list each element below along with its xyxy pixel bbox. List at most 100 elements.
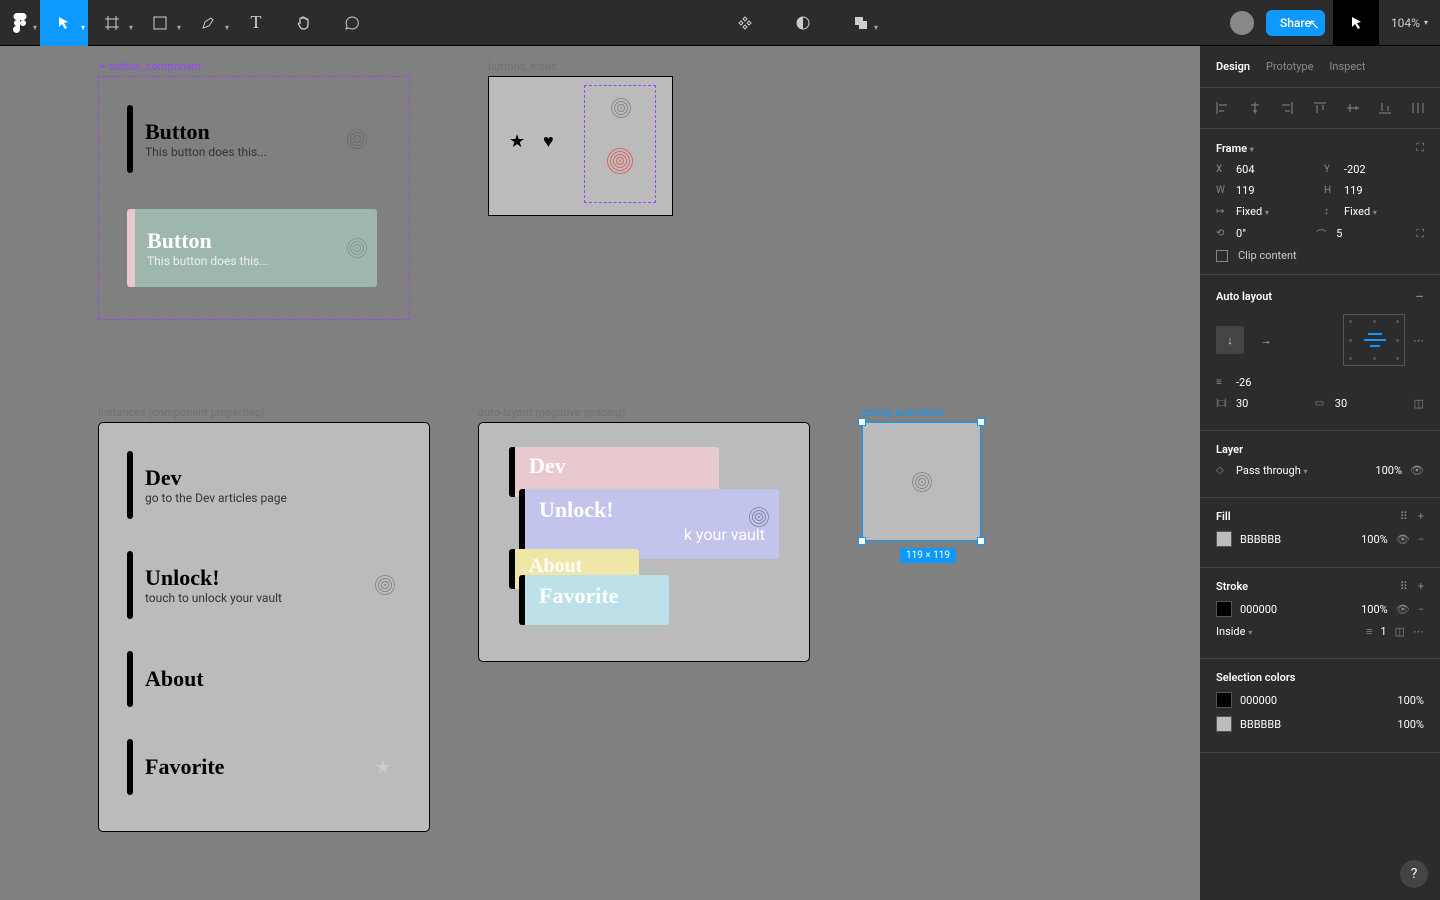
present-button[interactable]	[1333, 0, 1379, 46]
instance-unlock[interactable]: Unlock!touch to unlock your vault	[127, 551, 401, 619]
remove-fill[interactable]: −	[1418, 533, 1424, 546]
w-input[interactable]: 119	[1236, 184, 1255, 197]
visibility-icon[interactable]: 👁	[1396, 533, 1410, 546]
shape-tool[interactable]: ▾	[136, 0, 184, 46]
heart-icon[interactable]: ♥	[543, 131, 554, 152]
selection-handle[interactable]	[858, 537, 866, 545]
sel-hex[interactable]: BBBBBB	[1240, 718, 1281, 731]
component-frame[interactable]: Button This button does this... Button T…	[98, 76, 410, 320]
help-button[interactable]: ?	[1400, 860, 1428, 888]
tab-prototype[interactable]: Prototype	[1266, 60, 1313, 73]
frame-label[interactable]: Instances (component properties)	[98, 406, 264, 419]
visibility-icon[interactable]: 👁	[1410, 464, 1424, 477]
stroke-more[interactable]: ⋯	[1413, 625, 1424, 638]
y-input[interactable]: -202	[1344, 163, 1366, 176]
pen-tool[interactable]: ▾	[184, 0, 232, 46]
radius-individual-icon[interactable]: ⛶	[1416, 227, 1424, 241]
stroke-hex[interactable]: 000000	[1240, 603, 1277, 616]
pad-h-input[interactable]: 30	[1236, 397, 1248, 410]
sel-swatch[interactable]	[1216, 716, 1232, 732]
fill-hex[interactable]: BBBBBB	[1240, 533, 1281, 546]
blend-mode[interactable]: Pass through ▾	[1236, 464, 1308, 477]
spacing-input[interactable]: -26	[1236, 376, 1251, 389]
stroke-width[interactable]: 1	[1380, 625, 1386, 638]
align-more[interactable]	[1405, 96, 1430, 120]
direction-horizontal[interactable]: →	[1252, 326, 1280, 354]
star-icon[interactable]: ★	[509, 131, 525, 152]
pad-v-input[interactable]: 30	[1335, 397, 1347, 410]
stack-favorite[interactable]: Favorite	[519, 575, 669, 625]
tab-design[interactable]: Design	[1216, 60, 1250, 73]
move-tool[interactable]: ▾	[40, 0, 88, 46]
sel-opacity[interactable]: 100%	[1397, 718, 1424, 731]
frame-tool[interactable]: ▾	[88, 0, 136, 46]
style-icon[interactable]: ⠿	[1400, 580, 1408, 593]
opacity-input[interactable]: 100%	[1375, 464, 1402, 477]
component-icon[interactable]	[725, 0, 765, 46]
icons-frame[interactable]: ★ ♥	[488, 76, 673, 216]
align-top[interactable]	[1308, 96, 1333, 120]
align-left[interactable]	[1210, 96, 1235, 120]
w-constraint[interactable]: Fixed ▾	[1236, 205, 1269, 218]
figma-menu[interactable]: ▾	[0, 0, 40, 46]
share-button[interactable]: Share	[1266, 10, 1325, 36]
visibility-icon[interactable]: 👁	[1396, 603, 1410, 616]
stroke-swatch[interactable]	[1216, 601, 1232, 617]
mask-icon[interactable]	[783, 0, 823, 46]
button-variant-hover[interactable]: Button This button does this...	[127, 209, 377, 287]
style-icon[interactable]: ⠿	[1400, 510, 1408, 523]
direction-vertical[interactable]: ↓	[1216, 326, 1244, 354]
fingerprint-icon	[347, 129, 367, 149]
selection-handle[interactable]	[977, 537, 985, 545]
align-right[interactable]	[1275, 96, 1300, 120]
remove-stroke[interactable]: −	[1418, 603, 1424, 616]
add-stroke[interactable]: +	[1418, 580, 1424, 593]
selection-handle[interactable]	[858, 418, 866, 426]
radius-input[interactable]: 5	[1336, 227, 1342, 240]
pad-individual-icon[interactable]: ◫	[1414, 397, 1424, 410]
fill-opacity[interactable]: 100%	[1361, 533, 1388, 546]
tab-inspect[interactable]: Inspect	[1329, 60, 1365, 73]
frame-label[interactable]: auto-layout (negative spacing)	[478, 406, 626, 419]
comment-tool[interactable]	[328, 0, 376, 46]
fill-swatch[interactable]	[1216, 531, 1232, 547]
stroke-side-icon[interactable]: ◫	[1395, 625, 1405, 638]
align-vcenter[interactable]	[1340, 96, 1365, 120]
frame-label[interactable]: spring animation	[862, 406, 944, 419]
align-bottom[interactable]	[1373, 96, 1398, 120]
instance-about[interactable]: About	[127, 651, 401, 707]
frame-label[interactable]: ✦ button_component	[98, 60, 201, 73]
x-input[interactable]: 604	[1236, 163, 1255, 176]
instance-dev[interactable]: Devgo to the Dev articles page	[127, 451, 401, 519]
icon-component[interactable]	[584, 85, 656, 203]
align-hcenter[interactable]	[1243, 96, 1268, 120]
resize-to-fit-icon[interactable]: ⛶	[1416, 141, 1424, 155]
avatar[interactable]	[1230, 11, 1254, 35]
instance-favorite[interactable]: Favorite ★	[127, 739, 401, 795]
frame-label[interactable]: buttons_icons	[488, 60, 557, 73]
clip-checkbox[interactable]	[1216, 250, 1228, 262]
selection-handle[interactable]	[977, 418, 985, 426]
autolayout-more[interactable]: ⋯	[1413, 334, 1424, 347]
sel-swatch[interactable]	[1216, 692, 1232, 708]
boolean-icon[interactable]: ▾	[841, 0, 881, 46]
h-constraint[interactable]: Fixed ▾	[1344, 205, 1377, 218]
frame-title[interactable]: Frame ▾	[1216, 142, 1254, 155]
hand-tool[interactable]	[280, 0, 328, 46]
canvas[interactable]: ✦ button_component Button This button do…	[0, 46, 1200, 900]
h-input[interactable]: 119	[1344, 184, 1363, 197]
sel-opacity[interactable]: 100%	[1397, 694, 1424, 707]
button-variant-default[interactable]: Button This button does this...	[127, 105, 377, 173]
stroke-opacity[interactable]: 100%	[1361, 603, 1388, 616]
stroke-position[interactable]: Inside ▾	[1216, 625, 1252, 638]
instances-frame[interactable]: Devgo to the Dev articles page Unlock!to…	[98, 422, 430, 832]
remove-autolayout[interactable]: −	[1415, 287, 1424, 306]
add-fill[interactable]: +	[1418, 510, 1424, 523]
zoom-level[interactable]: 104%▾	[1379, 16, 1440, 30]
text-tool[interactable]: T	[232, 0, 280, 46]
rotation-input[interactable]: 0°	[1236, 227, 1246, 240]
autolayout-frame[interactable]: Dev Unlock! k your vault About Favorite	[478, 422, 810, 662]
spring-frame[interactable]	[862, 422, 981, 541]
sel-hex[interactable]: 000000	[1240, 694, 1277, 707]
alignment-grid[interactable]	[1343, 314, 1405, 366]
